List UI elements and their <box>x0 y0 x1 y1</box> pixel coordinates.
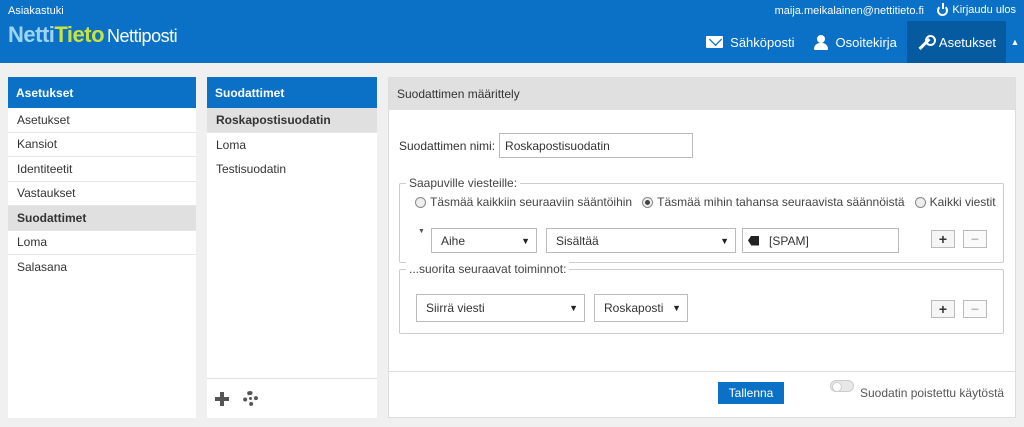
filter-definition-panel: Suodattimen määrittely Suodattimen nimi:… <box>388 77 1016 418</box>
top-bar: Asiakastuki NettiTieto Nettiposti maija.m… <box>0 0 1024 63</box>
add-filter-icon[interactable] <box>215 391 229 406</box>
incoming-legend: Saapuville viesteille: <box>406 176 521 190</box>
action-type-select[interactable]: Siirrä viesti ▼ <box>416 294 585 322</box>
action-target-select[interactable]: Roskaposti ▼ <box>594 294 688 322</box>
add-rule-button[interactable]: + <box>931 230 955 248</box>
main-nav: Sähköposti Osoitekirja Asetukset ▲ <box>696 21 1024 63</box>
logo-part-netti: Netti <box>8 22 55 47</box>
rule-value-input[interactable]: [SPAM] <box>742 228 899 253</box>
rule-field-select[interactable]: Aihe ▼ <box>431 228 537 253</box>
power-icon <box>937 2 949 16</box>
filter-definition-title: Suodattimen määrittely <box>389 78 1015 110</box>
logo-part-nettiposti: Nettiposti <box>107 26 178 46</box>
radio-all-messages[interactable]: Kaikki viestit <box>914 195 996 209</box>
chevron-down-icon: ▼ <box>672 303 681 313</box>
rule-value-text: [SPAM] <box>769 233 809 248</box>
remove-rule-button[interactable]: − <box>963 230 987 248</box>
nav-contacts[interactable]: Osoitekirja <box>804 21 906 63</box>
filters-panel-title: Suodattimet <box>207 77 377 108</box>
rule-field-value: Aihe <box>441 233 466 248</box>
filters-panel: Suodattimet Roskapostisuodatin Loma Test… <box>207 77 377 418</box>
logout-button[interactable]: Kirjaudu ulos <box>937 2 1016 16</box>
caret-up-icon[interactable]: ▲ <box>1006 21 1024 63</box>
action-target-value: Roskaposti <box>604 301 664 315</box>
incoming-rules-fieldset: Saapuville viesteille: Täsmää kaikkiin s… <box>399 176 1004 263</box>
rule-expand-icon[interactable]: ▼ <box>418 228 425 235</box>
filter-disabled-label: Suodatin poistettu käytöstä <box>860 386 1005 400</box>
settings-item-vastaukset[interactable]: Vastaukset <box>8 182 196 206</box>
settings-item-suodattimet[interactable]: Suodattimet <box>8 206 196 231</box>
radio-match-all-label: Täsmää kaikkiin seuraaviin sääntöihin <box>430 195 633 209</box>
settings-item-kansiot[interactable]: Kansiot <box>8 133 196 157</box>
settings-item-identiteetit[interactable]: Identiteetit <box>8 157 196 182</box>
settings-item-loma[interactable]: Loma <box>8 231 196 255</box>
settings-item-asetukset[interactable]: Asetukset <box>8 108 196 133</box>
gear-icon[interactable] <box>243 391 258 406</box>
radio-all-messages-dot <box>914 196 926 208</box>
radio-match-any-dot <box>642 196 654 208</box>
rule-operator-value: Sisältää <box>556 233 599 248</box>
actions-fieldset: ...suorita seuraavat toiminnot: Siirrä v… <box>399 262 1004 334</box>
settings-panel-title: Asetukset <box>8 77 196 108</box>
radio-match-any[interactable]: Täsmää mihin tahansa seuraavista säännöi… <box>642 195 905 209</box>
logo-part-tieto: Tieto <box>54 22 105 47</box>
radio-match-any-label: Täsmää mihin tahansa seuraavista säännöi… <box>657 195 905 209</box>
settings-panel: Asetukset Asetukset Kansiot Identiteetit… <box>8 77 196 418</box>
support-link[interactable]: Asiakastuki <box>8 5 64 17</box>
filter-disabled-toggle[interactable] <box>830 380 854 392</box>
action-type-value: Siirrä viesti <box>426 301 485 315</box>
filter-name-input[interactable]: Roskapostisuodatin <box>499 133 694 158</box>
filter-item-loma[interactable]: Loma <box>207 133 377 158</box>
clear-input-icon[interactable] <box>748 236 759 246</box>
radio-match-all-dot <box>415 196 426 208</box>
nav-mail[interactable]: Sähköposti <box>696 21 804 63</box>
remove-action-button[interactable]: − <box>963 300 987 318</box>
add-action-button[interactable]: + <box>931 300 955 318</box>
actions-legend: ...suorita seuraavat toiminnot: <box>406 262 570 276</box>
chevron-down-icon: ▼ <box>569 303 578 313</box>
wrench-icon <box>917 34 936 50</box>
user-icon <box>814 35 829 50</box>
nav-settings[interactable]: Asetukset <box>906 21 1006 63</box>
chevron-down-icon: ▼ <box>720 235 729 246</box>
filter-name-label: Suodattimen nimi: <box>399 138 496 153</box>
filters-panel-footer <box>207 378 377 418</box>
logo[interactable]: NettiTieto Nettiposti <box>8 22 178 48</box>
radio-match-all[interactable]: Täsmää kaikkiin seuraaviin sääntöihin <box>415 195 632 209</box>
save-button[interactable]: Tallenna <box>718 382 784 404</box>
form-footer: Tallenna Suodatin poistettu käytöstä <box>389 371 1015 417</box>
match-radio-group: Täsmää kaikkiin seuraaviin sääntöihin Tä… <box>415 195 996 209</box>
rule-operator-select[interactable]: Sisältää ▼ <box>546 228 736 253</box>
nav-mail-label: Sähköposti <box>730 34 795 50</box>
settings-item-salasana[interactable]: Salasana <box>8 255 196 280</box>
envelope-icon <box>706 36 724 48</box>
user-email: maija.meikalainen@nettitieto.fi <box>774 5 924 17</box>
filter-item-roskapostisuodatin[interactable]: Roskapostisuodatin <box>207 108 377 133</box>
nav-contacts-label: Osoitekirja <box>835 34 897 50</box>
radio-all-messages-label: Kaikki viestit <box>929 195 996 209</box>
nav-settings-label: Asetukset <box>938 34 996 50</box>
filter-name-row: Suodattimen nimi: Roskapostisuodatin <box>399 133 694 158</box>
chevron-down-icon: ▼ <box>521 235 530 246</box>
filter-item-testisuodatin[interactable]: Testisuodatin <box>207 157 377 182</box>
logout-label: Kirjaudu ulos <box>952 4 1016 16</box>
